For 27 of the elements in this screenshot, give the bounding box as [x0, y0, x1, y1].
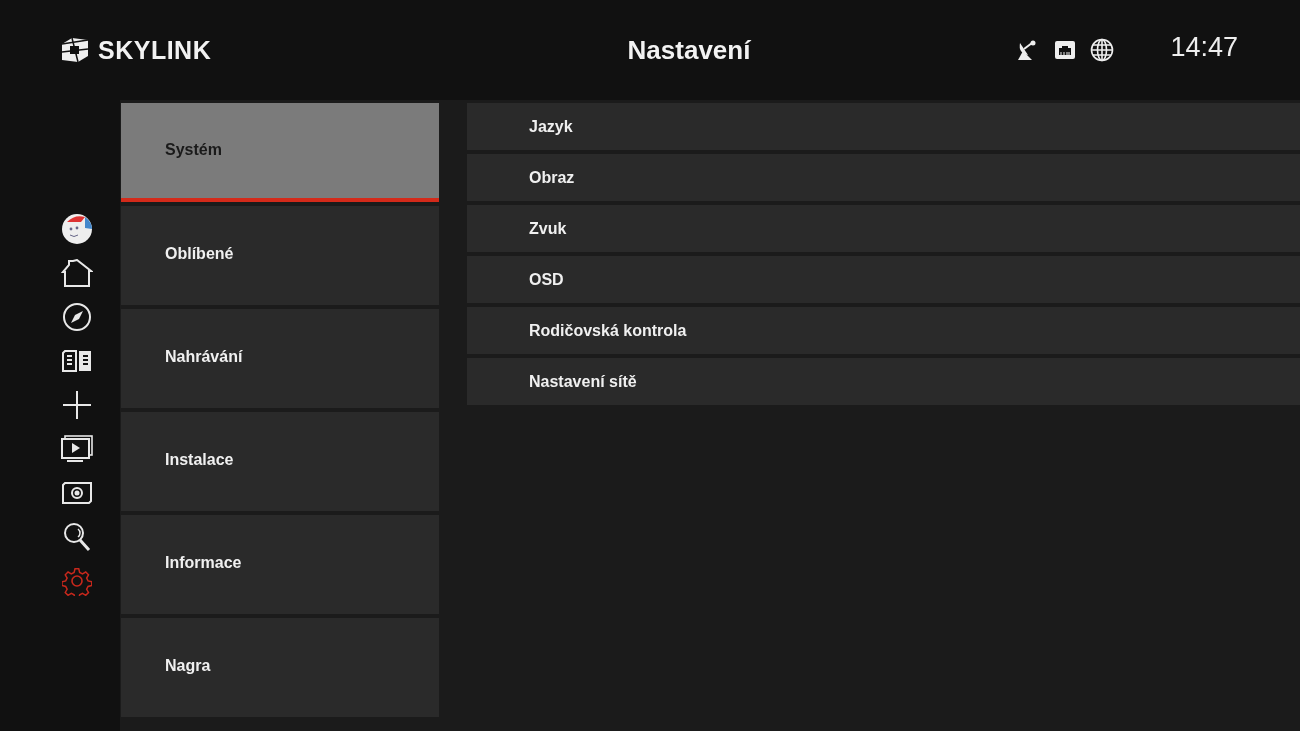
ethernet-icon	[1054, 40, 1077, 60]
menu-item[interactable]: Instalace	[121, 412, 439, 511]
submenu-item[interactable]: Rodičovská kontrola	[467, 307, 1300, 354]
plus-icon[interactable]	[62, 390, 92, 420]
home-icon[interactable]	[61, 259, 93, 287]
menu-item[interactable]: Nahrávání	[121, 309, 439, 408]
record-icon[interactable]	[61, 481, 93, 505]
compass-icon[interactable]	[62, 302, 92, 332]
menu-item[interactable]: Informace	[121, 515, 439, 614]
clock: 14:47	[1170, 31, 1238, 63]
settings-icon[interactable]	[62, 566, 92, 596]
globe-icon	[1090, 38, 1115, 62]
logo-icon	[60, 36, 90, 64]
submenu-item[interactable]: Jazyk	[467, 103, 1300, 150]
menu-item[interactable]: Systém	[121, 103, 439, 202]
submenu-item[interactable]: Zvuk	[467, 205, 1300, 252]
submenu-item[interactable]: Nastavení sítě	[467, 358, 1300, 405]
tv-play-icon[interactable]	[61, 435, 93, 463]
menu-item[interactable]: Oblíbené	[121, 206, 439, 305]
avatar-icon[interactable]	[61, 213, 93, 245]
submenu-item[interactable]: Obraz	[467, 154, 1300, 201]
search-icon[interactable]	[63, 522, 91, 552]
logo-text: SKYLINK	[98, 35, 212, 65]
guide-icon[interactable]	[61, 349, 93, 373]
menu-item[interactable]: Nagra	[121, 618, 439, 717]
submenu-item[interactable]: OSD	[467, 256, 1300, 303]
page-title: Nastavení	[626, 34, 752, 66]
